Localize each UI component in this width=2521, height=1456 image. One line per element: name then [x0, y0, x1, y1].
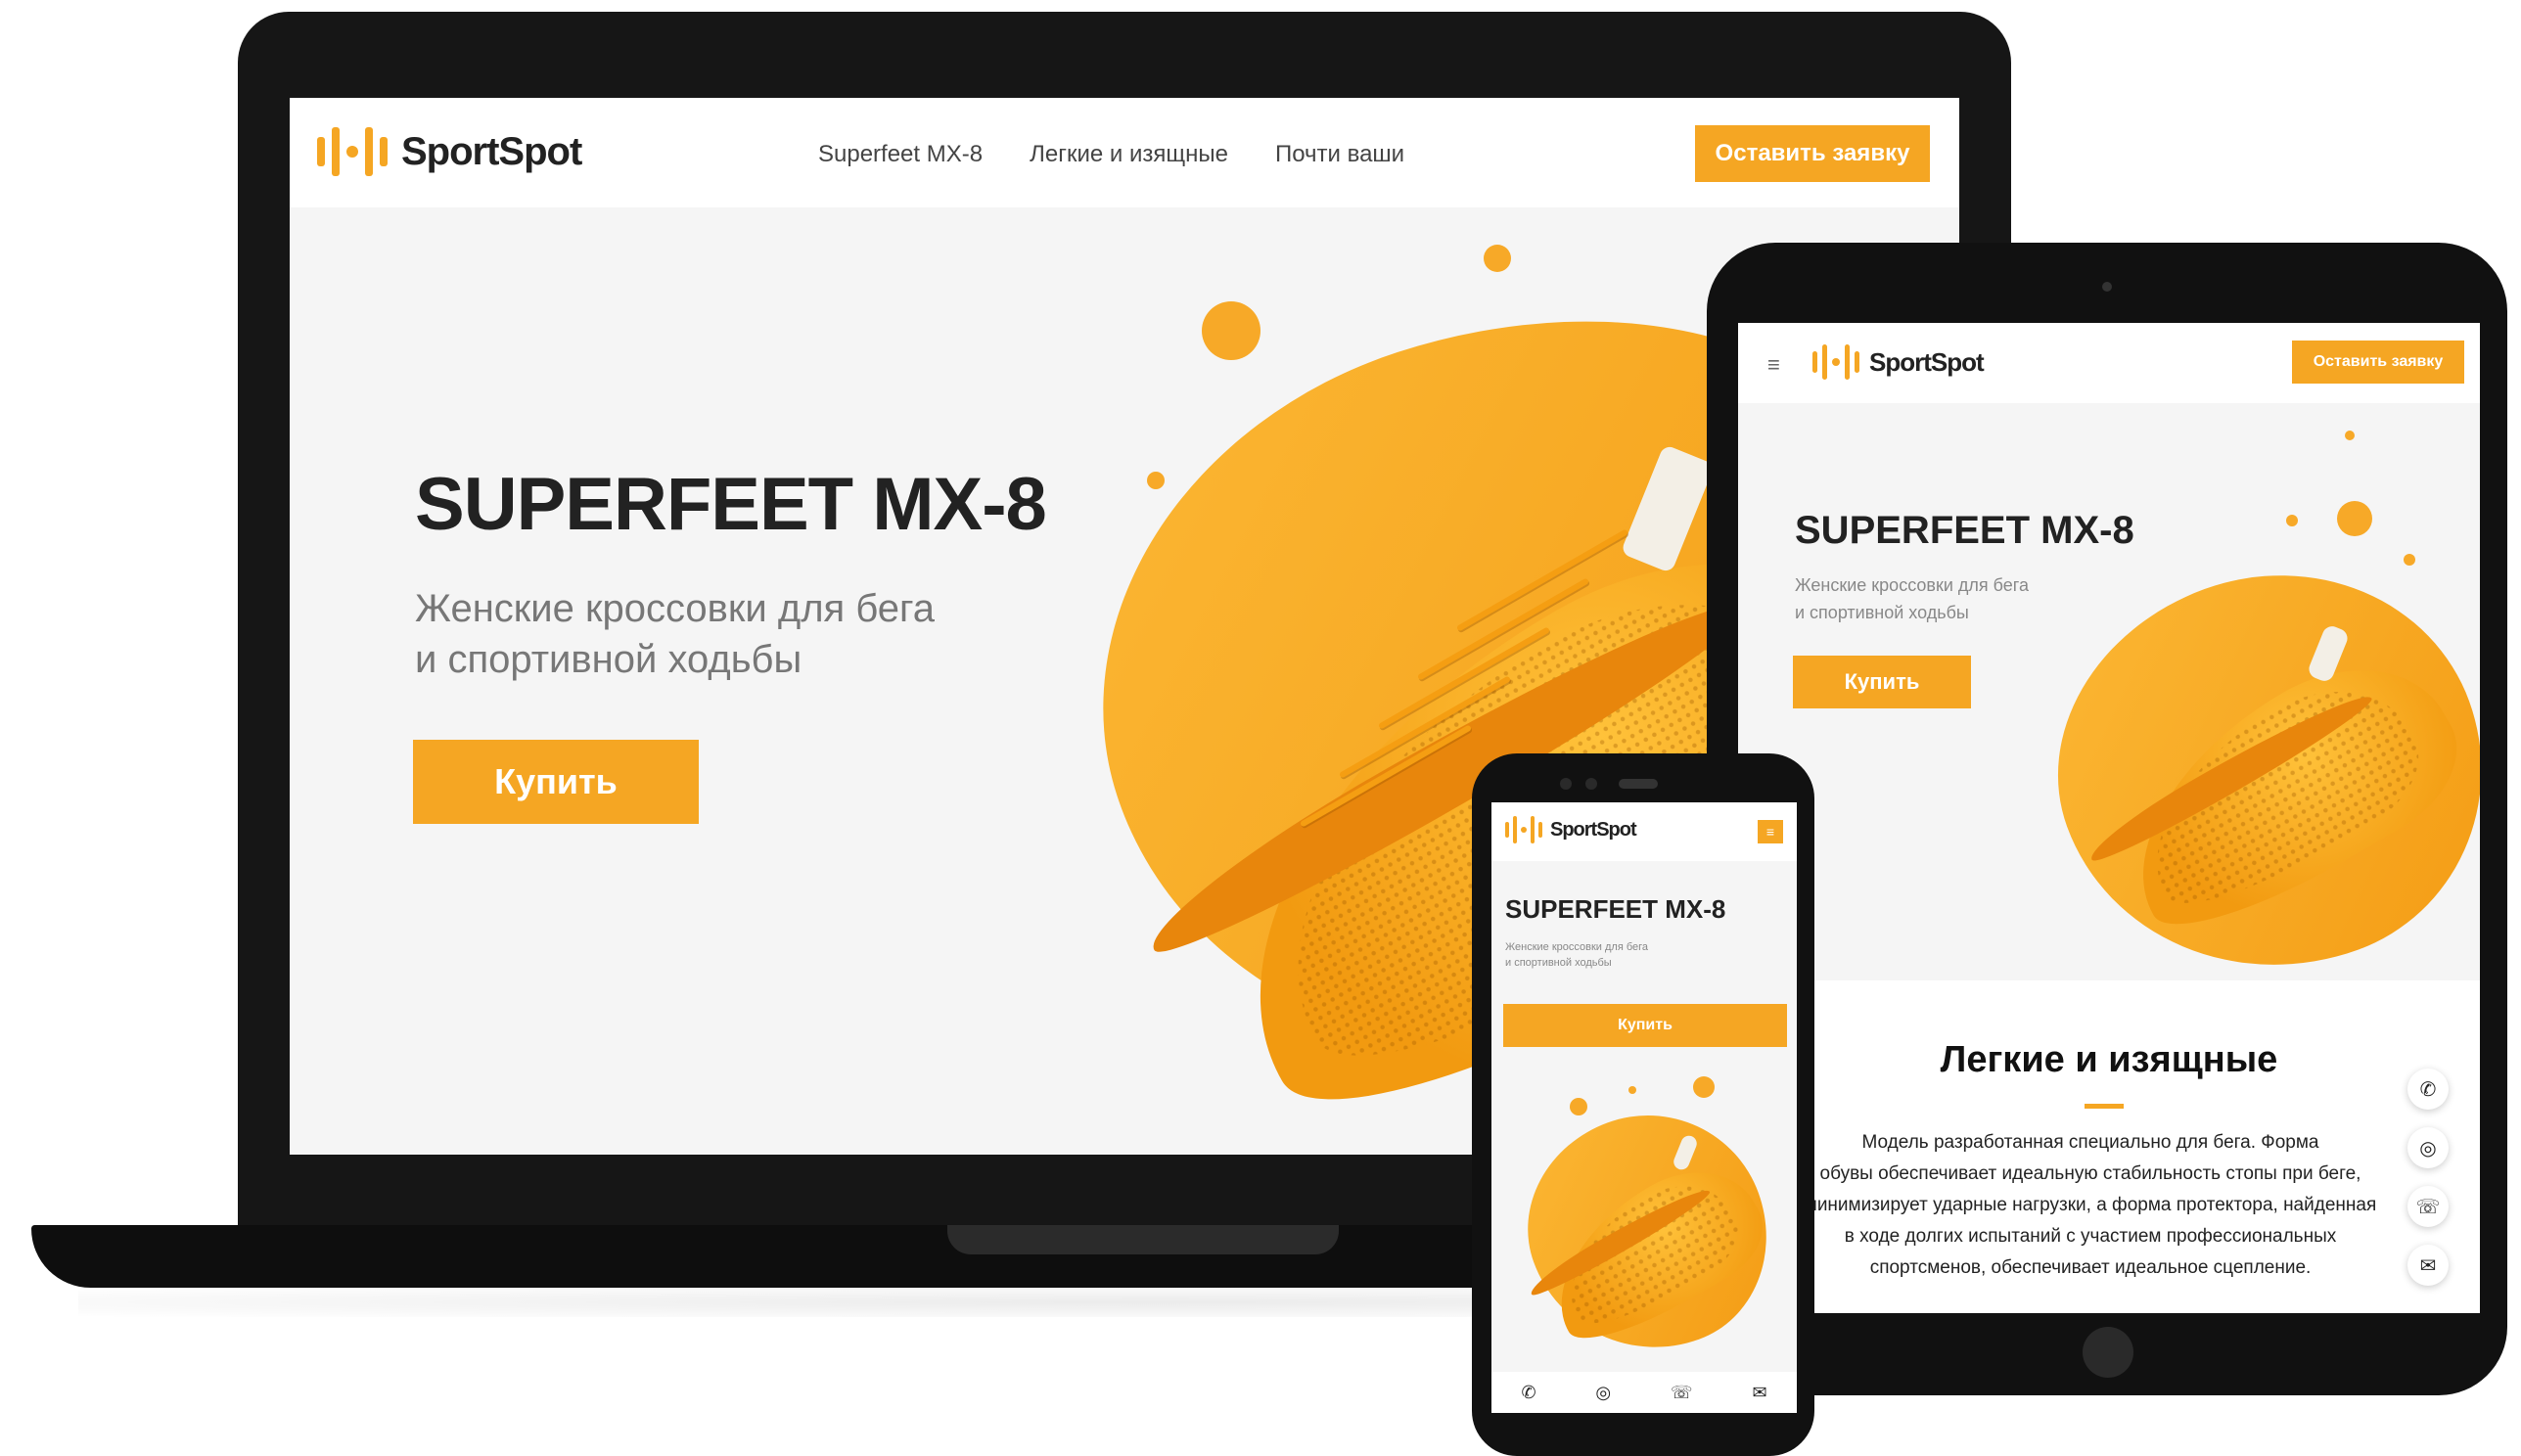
decor-circle [1693, 1076, 1715, 1098]
hero-subtitle-line-1: Женские кроссовки для бега [1505, 941, 1649, 953]
logo-mark-icon [317, 127, 388, 176]
decor-circle [1628, 1086, 1636, 1094]
hero-subtitle-line-2: и спортивной ходьбы [415, 638, 802, 681]
decor-circle [1202, 301, 1260, 360]
nav-item-light[interactable]: Легкие и изящные [1030, 141, 1228, 168]
hero-title: SUPERFEET MX-8 [1505, 894, 1726, 924]
whatsapp-icon[interactable]: ☏ [2407, 1186, 2449, 1227]
site-header: SportSpot ≡ [1491, 802, 1797, 861]
buy-button[interactable]: Купить [1793, 656, 1971, 708]
device-mockup-scene: SportSpot Superfeet MX-8 Легкие и изящны… [0, 0, 2521, 1456]
section-body-line: Модель разработанная специально для бега… [1861, 1132, 2319, 1153]
sportspot-logo[interactable]: SportSpot [1505, 816, 1637, 843]
decor-circle [2286, 515, 2298, 526]
phone-camera [1560, 778, 1572, 790]
section-underline [2085, 1104, 2124, 1109]
phone-screen: SportSpot ≡ SUPERFEET MX-8 Женские кросс… [1491, 802, 1797, 1413]
sneaker-image [2083, 623, 2480, 957]
main-nav: Superfeet MX-8 Легкие и изящные Почти ва… [818, 141, 1404, 168]
tablet-screen: ≡ SportSpot Оставить заявку SUPERFEET MX… [1738, 323, 2480, 1313]
decor-circle [2404, 554, 2415, 566]
sportspot-logo[interactable]: SportSpot [317, 127, 582, 176]
bottom-contact-bar: ✆ ◎ ☏ ✉ [1491, 1372, 1797, 1413]
hamburger-menu-icon[interactable]: ≡ [1758, 820, 1783, 843]
hero-subtitle-line-1: Женские кроссовки для бега [1795, 575, 2029, 595]
leave-request-button[interactable]: Оставить заявку [2292, 341, 2464, 384]
logo-text: SportSpot [1869, 346, 1985, 377]
buy-button[interactable]: Купить [413, 740, 699, 824]
hero-subtitle-line-2: и спортивной ходьбы [1505, 957, 1612, 969]
buy-button[interactable]: Купить [1503, 1004, 1787, 1047]
light-section: Легкие и изящные Модель разработанная сп… [1738, 980, 2480, 1313]
phone-sensor [1585, 778, 1597, 790]
mail-icon[interactable]: ✉ [2407, 1245, 2449, 1286]
logo-mark-icon [1812, 344, 1859, 380]
phone-icon[interactable]: ✆ [1521, 1383, 1536, 1403]
hero-title: SUPERFEET MX-8 [1795, 509, 2134, 552]
mail-icon[interactable]: ✉ [1752, 1383, 1766, 1403]
logo-mark-icon [1505, 816, 1542, 843]
tablet-camera [2102, 282, 2112, 292]
decor-circle [2345, 431, 2355, 440]
hero-subtitle: Женские кроссовки для бега и спортивной … [415, 583, 1022, 685]
sneaker-image [1525, 1133, 1780, 1360]
logo-text: SportSpot [401, 129, 582, 173]
decor-circle [1570, 1098, 1587, 1115]
section-body-line: спортсменов, обеспечивает идеальное сцеп… [1869, 1257, 2312, 1278]
laptop-hinge-notch [947, 1225, 1339, 1254]
hero-subtitle-line-1: Женские кроссовки для бега [415, 587, 935, 630]
social-links: ✆ ◎ ☏ ✉ [2407, 1069, 2449, 1286]
nav-item-superfeet[interactable]: Superfeet MX-8 [818, 141, 983, 168]
nav-item-almost-yours[interactable]: Почти ваши [1275, 141, 1404, 168]
site-header: SportSpot Superfeet MX-8 Легкие и изящны… [290, 98, 1959, 207]
hamburger-menu-icon[interactable]: ≡ [1767, 352, 1780, 378]
section-title: Легкие и изящные [1940, 1039, 2278, 1080]
section-body-line: минимизирует ударные нагрузки, а форма п… [1804, 1195, 2377, 1215]
tablet-home-button[interactable] [2083, 1327, 2133, 1378]
site-header: ≡ SportSpot Оставить заявку [1738, 323, 2480, 403]
section-body-line: обувы обеспечивает идеальную стабильност… [1819, 1163, 2361, 1184]
hero-subtitle-line-2: и спортивной ходьбы [1795, 603, 1969, 622]
decor-circle [2337, 501, 2372, 536]
whatsapp-icon[interactable]: ☏ [1671, 1383, 1693, 1403]
section-body: Модель разработанная специально для бега… [1777, 1127, 2404, 1284]
decor-circle [1484, 245, 1511, 272]
instagram-icon[interactable]: ◎ [2407, 1127, 2449, 1168]
instagram-icon[interactable]: ◎ [1595, 1383, 1611, 1403]
sportspot-logo[interactable]: SportSpot [1812, 344, 1985, 380]
phone-icon[interactable]: ✆ [2407, 1069, 2449, 1110]
phone-speaker [1619, 779, 1658, 789]
logo-text: SportSpot [1550, 818, 1637, 841]
hero-subtitle: Женские кроссовки для бега и спортивной … [1795, 571, 2128, 626]
hero-title: SUPERFEET MX-8 [415, 463, 1047, 546]
hero-subtitle: Женские кроссовки для бега и спортивной … [1505, 939, 1740, 971]
leave-request-button[interactable]: Оставить заявку [1695, 125, 1930, 182]
section-body-line: в ходе долгих испытаний с участием профе… [1844, 1226, 2337, 1247]
